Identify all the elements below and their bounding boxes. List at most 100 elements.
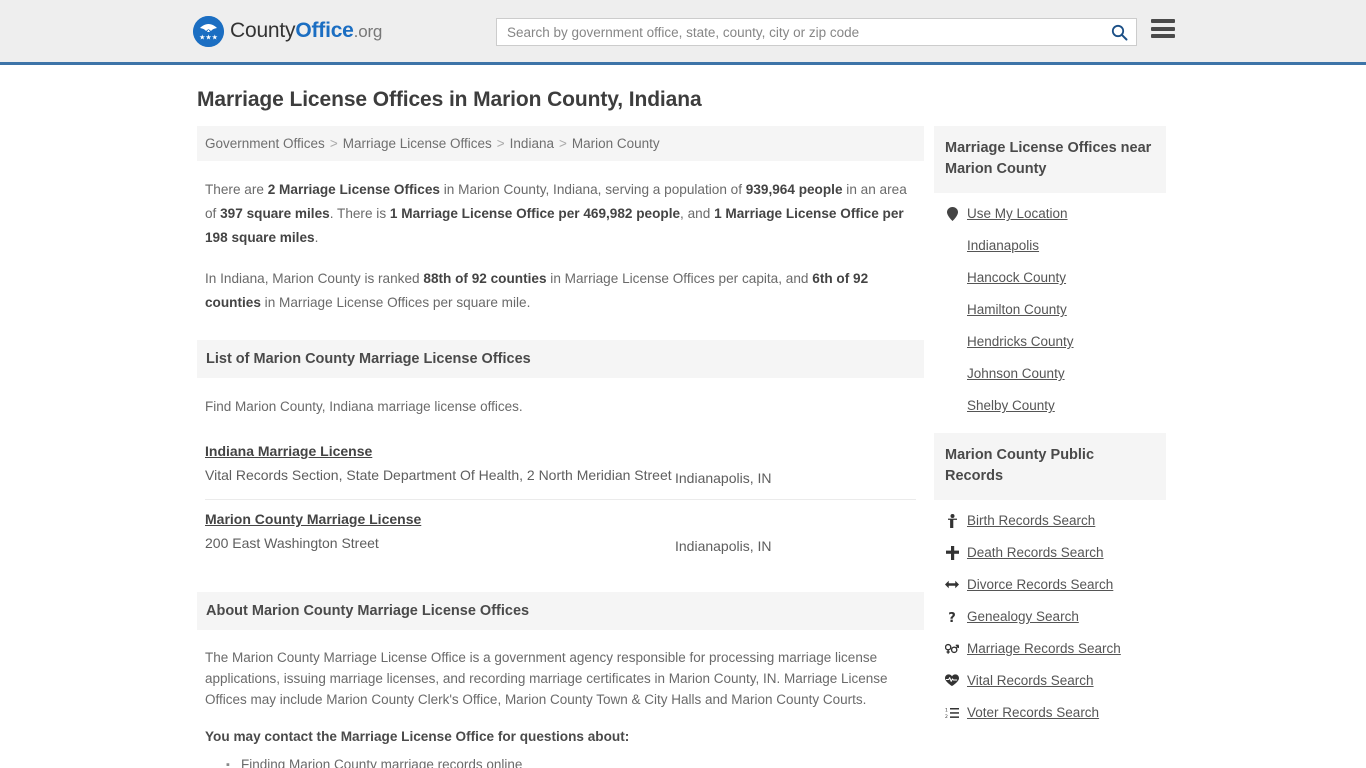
breadcrumb-separator: > [329,136,338,151]
breadcrumb-item[interactable]: Indiana [510,136,554,151]
hamburger-bar [1151,19,1175,23]
nearby-location-link-label: Shelby County [967,398,1055,413]
search-icon [1111,24,1127,40]
breadcrumb-item[interactable]: Marion County [572,136,660,151]
records-panel-body: Birth Records Search Death Records Search… [934,500,1166,728]
public-record-link-label: Divorce Records Search [967,577,1114,592]
office-list-item: Marion County Marriage License 200 East W… [205,499,916,567]
about-section-body: The Marion County Marriage License Offic… [197,647,924,768]
baby-icon [945,513,959,528]
left-right-arrow-icon [945,579,959,590]
eagle-shield-icon: ★★★ [193,15,224,47]
public-record-link[interactable]: Death Records Search [945,536,1155,568]
about-section-heading: About Marion County Marriage License Off… [197,592,924,630]
nearby-location-link[interactable]: Shelby County [945,389,1155,421]
public-record-link[interactable]: 1 2 Voter Records Search [945,696,1155,728]
office-name-link[interactable]: Indiana Marriage License [205,443,372,459]
svg-text:★★★: ★★★ [199,33,218,41]
nearby-location-link[interactable]: Hamilton County [945,293,1155,325]
cross-icon [945,545,959,560]
public-record-link[interactable]: Marriage Records Search [945,632,1155,664]
nearby-location-link[interactable]: Hancock County [945,261,1155,293]
intro-stat-text: There are [205,182,268,197]
office-name-link[interactable]: Marion County Marriage License [205,511,421,527]
two-column-layout: Government Offices > Marriage License Offi… [197,126,1177,768]
site-logo[interactable]: ★★★ CountyOffice.org [193,15,382,47]
intro-stat-emphasis: 939,964 people [745,182,843,197]
intro-stat-text: in Marion County, Indiana, serving a pop… [439,182,746,197]
nearby-location-link-label: Hamilton County [967,302,1067,317]
list-section-body: Find Marion County, Indiana marriage lic… [197,396,924,567]
office-address: 200 East Washington Street [205,535,379,551]
nearby-location-link[interactable]: Use My Location [945,197,1155,229]
nearby-location-link-label: Johnson County [967,366,1065,381]
breadcrumb: Government Offices > Marriage License Offi… [197,126,924,161]
question-mark-icon: ? [945,610,959,624]
logo-text-county: County [230,19,296,42]
public-record-link[interactable]: ? Genealogy Search [945,600,1155,632]
office-list-item: Indiana Marriage License Vital Records Se… [205,432,916,499]
public-record-link[interactable]: Divorce Records Search [945,568,1155,600]
intro-rank-emphasis: 88th of 92 counties [423,271,547,286]
logo-text-office: Office [295,19,354,42]
svg-text:?: ? [948,611,956,624]
nearby-location-link-label: Use My Location [967,206,1068,221]
office-address: Vital Records Section, State Department … [205,467,672,483]
logo-text-org: .org [353,22,383,41]
public-records-panel: Marion County Public Records Birth Recor… [934,433,1166,728]
search-button[interactable] [1102,19,1136,45]
search-bar[interactable] [496,18,1137,46]
about-bullet-item: Finding Marion County marriage records o… [226,755,916,768]
about-questions-intro: You may contact the Marriage License Off… [205,729,630,744]
gender-symbols-icon [945,642,959,655]
public-record-link-label: Genealogy Search [967,609,1079,624]
list-section-lead: Find Marion County, Indiana marriage lic… [205,399,523,414]
nearby-location-link[interactable]: Johnson County [945,357,1155,389]
intro-rank-text: in Marriage License Offices per capita, … [546,271,813,286]
nearby-location-link[interactable]: Hendricks County [945,325,1155,357]
intro-stat-emphasis: 1 Marriage License Office per 469,982 pe… [389,206,681,221]
map-pin-icon [945,206,959,221]
site-header: ★★★ CountyOffice.org [0,0,1366,65]
public-record-link[interactable]: Birth Records Search [945,504,1155,536]
intro-stat-text: , and [680,206,715,221]
main-content-column: Government Offices > Marriage License Offi… [197,126,924,768]
page-title: Marriage License Offices in Marion Count… [197,88,702,111]
intro-paragraph-1: There are 2 Marriage License Offices in … [205,178,916,250]
intro-section: There are 2 Marriage License Offices in … [197,178,924,315]
list-ol-icon: 12 [945,707,959,719]
breadcrumb-separator: > [496,136,505,151]
content-container: Marriage License Offices in Marion Count… [197,88,1177,768]
logo-wordmark: CountyOffice.org [230,19,382,43]
public-record-link-label: Voter Records Search [967,705,1100,720]
nearby-location-link[interactable]: Indianapolis [945,229,1155,261]
office-list: Indiana Marriage License Vital Records Se… [205,432,916,567]
sidebar: Marriage License Offices near Marion Cou… [934,126,1166,740]
breadcrumb-item[interactable]: Government Offices [205,136,325,151]
public-record-link-label: Vital Records Search [967,673,1094,688]
nearby-offices-panel: Marriage License Offices near Marion Cou… [934,126,1166,421]
breadcrumb-item[interactable]: Marriage License Offices [343,136,492,151]
office-city-state: Indianapolis, IN [675,470,772,486]
intro-stat-text: . There is [329,206,390,221]
intro-stat-text: . [314,230,319,245]
search-input[interactable] [497,19,1102,45]
page-wrapper: Marriage License Offices in Marion Count… [0,88,1366,768]
heartbeat-icon [945,674,959,687]
office-details: Marion County Marriage License 200 East W… [205,511,675,555]
intro-paragraph-2: In Indiana, Marion County is ranked 88th… [205,267,916,315]
nearby-location-link-label: Hendricks County [967,334,1074,349]
intro-rank-text: in Marriage License Offices per square m… [260,295,531,310]
records-panel-heading: Marion County Public Records [934,433,1166,500]
about-bullet-list: Finding Marion County marriage records o… [205,755,916,768]
nearby-location-link-label: Hancock County [967,270,1067,285]
intro-rank-text: In Indiana, Marion County is ranked [205,271,424,286]
hamburger-menu-icon[interactable] [1151,19,1175,38]
public-record-link[interactable]: Vital Records Search [945,664,1155,696]
svg-text:2: 2 [945,714,948,719]
nearby-location-link-label: Indianapolis [967,238,1040,253]
intro-stat-emphasis: 2 Marriage License Offices [267,182,440,197]
about-description: The Marion County Marriage License Offic… [205,650,888,707]
svg-text:1: 1 [945,707,948,713]
public-record-link-label: Marriage Records Search [967,641,1121,656]
